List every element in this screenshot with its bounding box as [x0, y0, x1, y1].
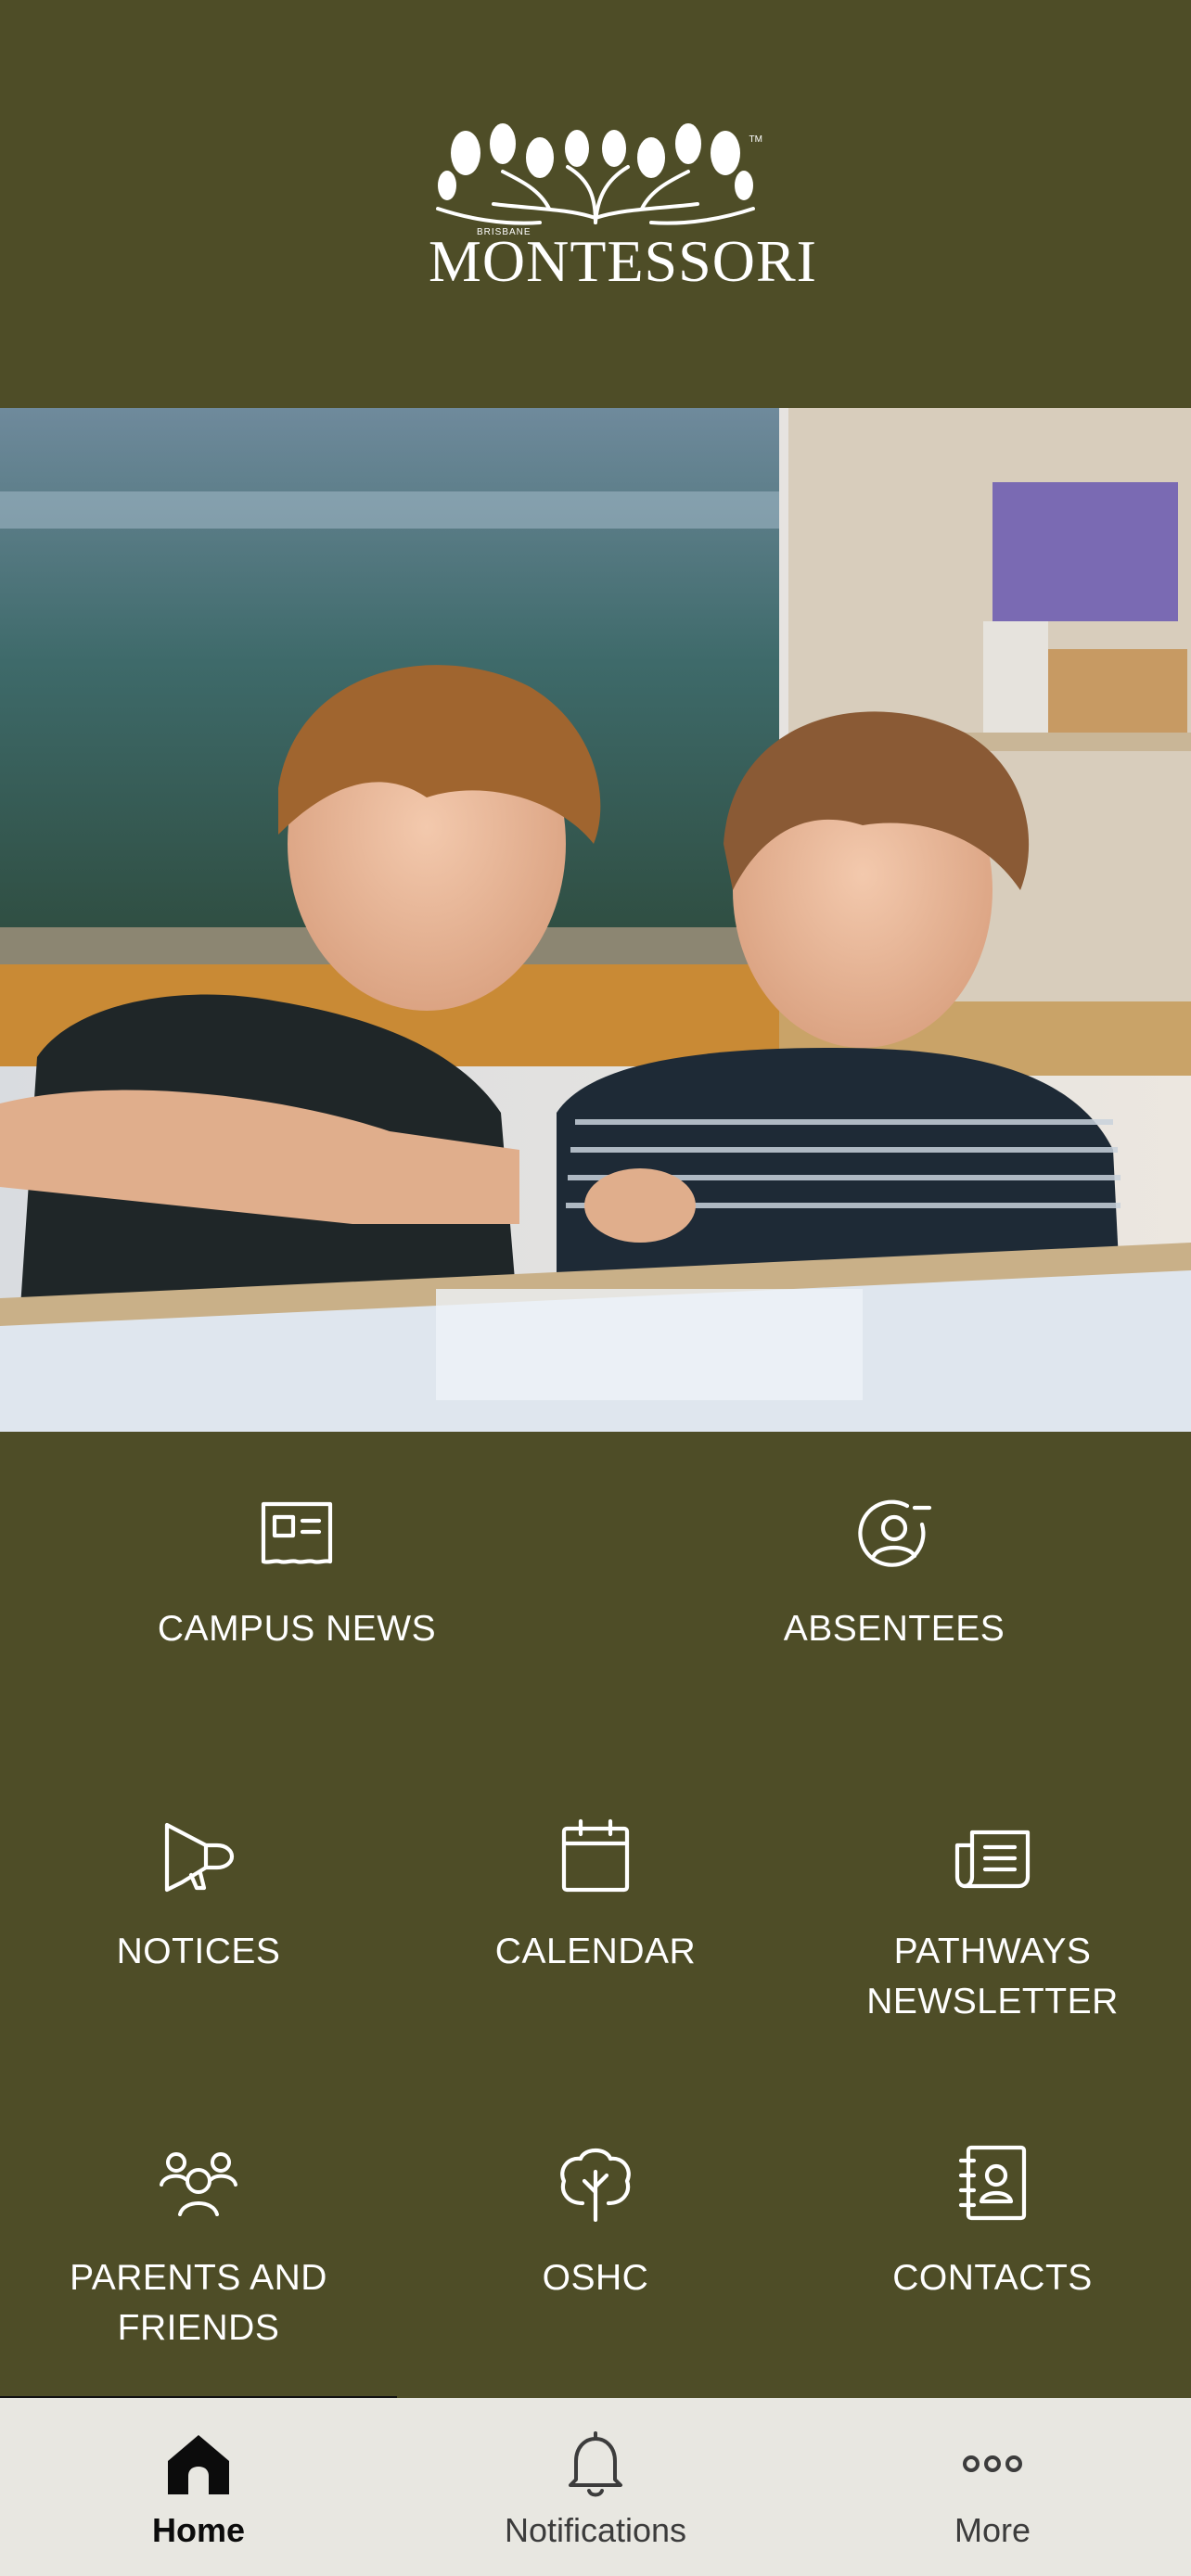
tab-label: Notifications	[504, 2511, 687, 2549]
tab-notifications[interactable]: Notifications	[397, 2398, 794, 2576]
megaphone-icon	[160, 1817, 237, 1895]
tile-pathways-newsletter[interactable]: PATHWAYS NEWSLETTER	[807, 1817, 1178, 2027]
tile-absentees[interactable]: ABSENTEES	[709, 1495, 1080, 1654]
users-icon	[160, 2144, 237, 2222]
school-logo: BRISBANE MONTESSORI TM	[429, 116, 817, 301]
user-minus-icon	[855, 1495, 933, 1573]
app-screen: BRISBANE MONTESSORI TM CAMPUS NEWS ABSEN…	[0, 0, 1191, 2576]
home-icon	[164, 2429, 233, 2498]
tile-label: CAMPUS NEWS	[157, 1609, 437, 1649]
newsletter-icon	[954, 1817, 1031, 1895]
tile-label: CALENDAR	[494, 1932, 697, 1971]
classroom-photo	[0, 408, 1191, 1432]
contact-book-icon	[954, 2144, 1031, 2222]
tab-home[interactable]: Home	[0, 2398, 397, 2576]
tile-label: ABSENTEES	[783, 1609, 1005, 1649]
tile-label: PARENTS AND FRIENDS	[70, 2258, 327, 2348]
tile-campus-news[interactable]: CAMPUS NEWS	[111, 1495, 482, 1654]
tile-label: CONTACTS	[892, 2258, 1093, 2298]
tab-label: Home	[151, 2511, 246, 2549]
tile-calendar[interactable]: CALENDAR	[410, 1817, 781, 1977]
calendar-icon	[557, 1817, 634, 1895]
tab-label: More	[954, 2511, 1031, 2549]
hero-photo	[0, 408, 1191, 1432]
tile-label: OSHC	[542, 2258, 649, 2298]
tile-parents-and-friends[interactable]: PARENTS AND FRIENDS	[13, 2144, 384, 2353]
tile-label: NOTICES	[116, 1932, 281, 1971]
tile-notices[interactable]: NOTICES	[13, 1817, 384, 1977]
tile-label: PATHWAYS NEWSLETTER	[866, 1932, 1119, 2021]
tab-more[interactable]: More	[794, 2398, 1191, 2576]
bottom-tab-bar: Home Notifications More	[0, 2398, 1191, 2576]
bell-icon	[561, 2429, 630, 2498]
header: BRISBANE MONTESSORI TM	[0, 0, 1191, 408]
logo-trademark: TM	[749, 134, 762, 145]
logo-wordmark: MONTESSORI	[429, 228, 817, 294]
more-dots-icon	[958, 2429, 1027, 2498]
tile-contacts[interactable]: CONTACTS	[807, 2144, 1178, 2303]
newspaper-icon	[258, 1495, 336, 1573]
tree-icon	[557, 2144, 634, 2223]
tile-oshc[interactable]: OSHC	[410, 2144, 781, 2303]
